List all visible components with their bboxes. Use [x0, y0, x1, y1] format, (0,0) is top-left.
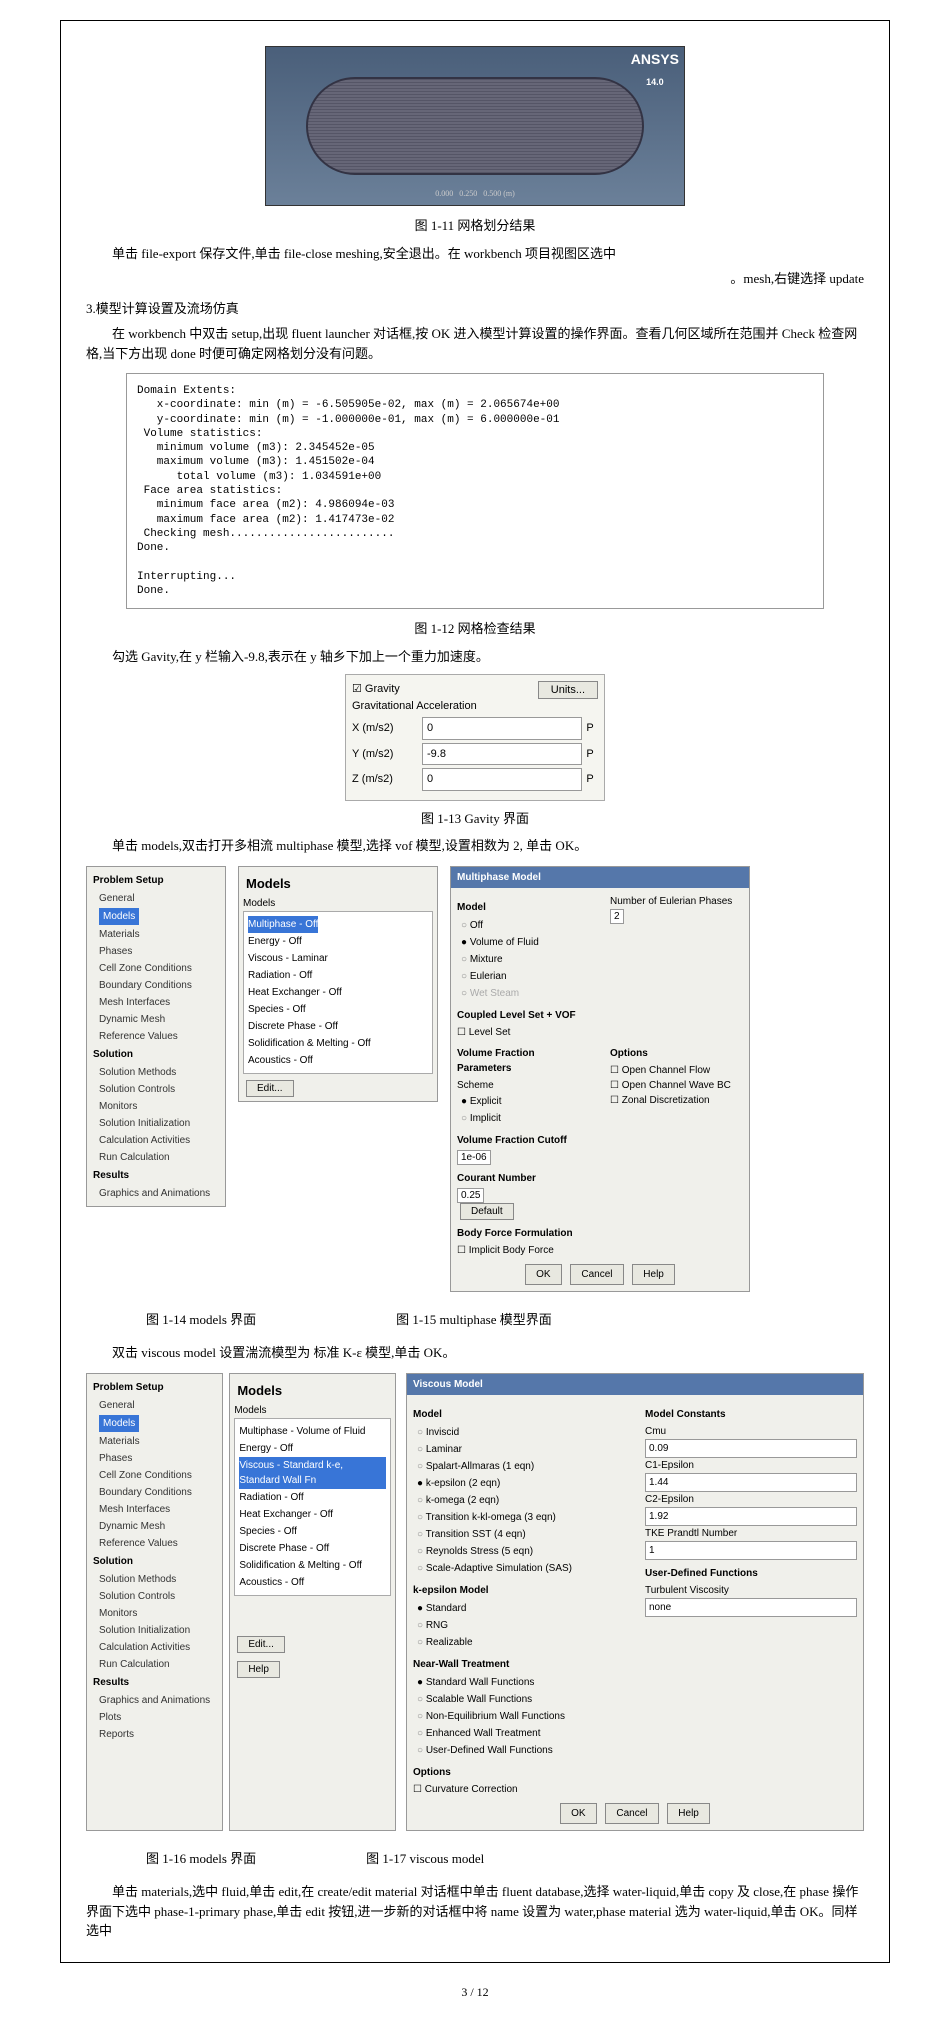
viscous-dialog: Viscous Model Model Inviscid Laminar Spa…	[406, 1373, 864, 1831]
gravity-panel: Units... Gravity Gravitational Accelerat…	[345, 674, 605, 801]
caption-1-12: 图 1-12 网格检查结果	[86, 619, 864, 639]
para-3: 勾选 Gavity,在 y 栏输入-9.8,表示在 y 轴乡下加上一个重力加速度…	[86, 647, 864, 667]
tree-general[interactable]: General	[91, 890, 221, 907]
tree-models[interactable]: Models	[91, 907, 221, 926]
para-6: 单击 materials,选中 fluid,单击 edit,在 create/e…	[86, 1882, 864, 1941]
caption-1-13: 图 1-13 Gavity 界面	[86, 809, 864, 829]
multiphase-dialog: Multiphase Model Model Off Volume of Flu…	[450, 866, 750, 1292]
tree-panel-2: Problem Setup General Models Materials P…	[86, 1373, 223, 1831]
caption-1-11: 图 1-11 网格划分结果	[86, 216, 864, 236]
accel-label: Gravitational Acceleration	[352, 698, 598, 715]
para-5: 双击 viscous model 设置湍流模型为 标准 K-ε 模型,单击 OK…	[86, 1343, 864, 1363]
caption-1-14: 图 1-14 models 界面	[146, 1310, 256, 1330]
para-1: 单击 file-export 保存文件,单击 file-close meshin…	[86, 244, 864, 264]
x-input[interactable]: 0	[422, 717, 582, 740]
para-1b: 。mesh,右键选择 update	[86, 269, 864, 289]
tree-panel-1: Problem Setup General Models Materials P…	[86, 866, 226, 1207]
caption-1-16: 图 1-16 models 界面	[146, 1849, 256, 1869]
models-panel-1: Models Models Multiphase - Off Energy - …	[238, 866, 438, 1103]
units-button[interactable]: Units...	[538, 681, 598, 699]
models-panel-2: Models Models Multiphase - Volume of Flu…	[229, 1373, 396, 1831]
figure-1-11: ANSYS14.0 0.000 0.250 0.500 (m)	[86, 46, 864, 206]
para-4: 单击 models,双击打开多相流 multiphase 模型,选择 vof 模…	[86, 836, 864, 856]
z-label: Z (m/s2)	[352, 771, 422, 788]
caption-1-17: 图 1-17 viscous model	[366, 1849, 484, 1869]
heading-3: 3.模型计算设置及流场仿真	[86, 299, 864, 319]
para-2: 在 workbench 中双击 setup,出现 fluent launcher…	[86, 324, 864, 363]
console-output: Domain Extents: x-coordinate: min (m) = …	[126, 373, 824, 609]
z-input[interactable]: 0	[422, 768, 582, 791]
ansys-logo: ANSYS14.0	[631, 49, 679, 91]
page-number: 3 / 12	[60, 1983, 890, 2001]
y-input[interactable]: -9.8	[422, 743, 582, 766]
x-label: X (m/s2)	[352, 720, 422, 737]
edit-button[interactable]: Edit...	[246, 1080, 294, 1097]
y-label: Y (m/s2)	[352, 746, 422, 763]
caption-1-15: 图 1-15 multiphase 模型界面	[396, 1310, 552, 1330]
